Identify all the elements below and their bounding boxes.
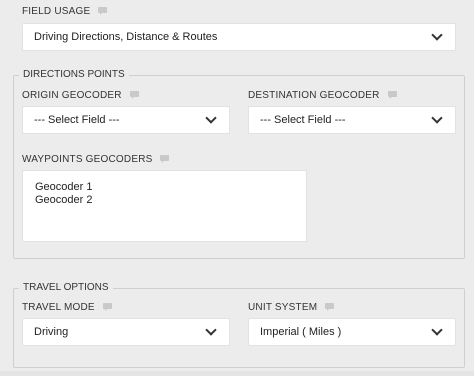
destination-geocoder-label: DESTINATION GEOCODER [248,90,397,101]
comment-help-icon[interactable] [129,91,139,100]
comment-help-icon[interactable] [160,155,170,164]
travel-mode-label-text: TRAVEL MODE [22,302,95,313]
field-usage-value: Driving Directions, Distance & Routes [34,31,218,43]
chevron-down-icon [431,29,443,41]
unit-system-select[interactable]: Imperial ( Miles ) [248,318,456,346]
destination-geocoder-label-text: DESTINATION GEOCODER [248,90,380,101]
waypoints-geocoders-multiselect[interactable]: Geocoder 1 Geocoder 2 [22,170,307,242]
waypoints-geocoders-label-text: WAYPOINTS GEOCODERS [22,154,153,165]
origin-geocoder-select[interactable]: --- Select Field --- [22,106,230,134]
comment-help-icon[interactable] [98,7,108,16]
travel-mode-label: TRAVEL MODE [22,302,112,313]
chevron-down-icon [205,324,217,336]
travel-options-legend: TRAVEL OPTIONS [19,282,113,293]
waypoint-option[interactable]: Geocoder 2 [35,194,294,207]
chevron-down-icon [205,112,217,124]
field-usage-label: FIELD USAGE [22,6,108,17]
waypoints-geocoders-label: WAYPOINTS GEOCODERS [22,154,170,165]
comment-help-icon[interactable] [387,91,397,100]
travel-mode-value: Driving [34,326,69,338]
chevron-down-icon [431,112,443,124]
chevron-down-icon [431,324,443,336]
comment-help-icon[interactable] [325,303,335,312]
unit-system-label-text: UNIT SYSTEM [248,302,318,313]
directions-points-legend: DIRECTIONS POINTS [19,69,129,80]
origin-geocoder-label: ORIGIN GEOCODER [22,90,139,101]
unit-system-label: UNIT SYSTEM [248,302,335,313]
travel-mode-select[interactable]: Driving [22,318,230,346]
field-usage-select[interactable]: Driving Directions, Distance & Routes [22,23,456,51]
unit-system-value: Imperial ( Miles ) [260,326,342,338]
origin-geocoder-value: --- Select Field --- [34,114,120,126]
destination-geocoder-value: --- Select Field --- [260,114,346,126]
waypoint-option[interactable]: Geocoder 1 [35,181,294,194]
origin-geocoder-label-text: ORIGIN GEOCODER [22,90,122,101]
comment-help-icon[interactable] [102,303,112,312]
bottom-divider [0,371,474,376]
destination-geocoder-select[interactable]: --- Select Field --- [248,106,456,134]
field-usage-label-text: FIELD USAGE [22,6,91,17]
